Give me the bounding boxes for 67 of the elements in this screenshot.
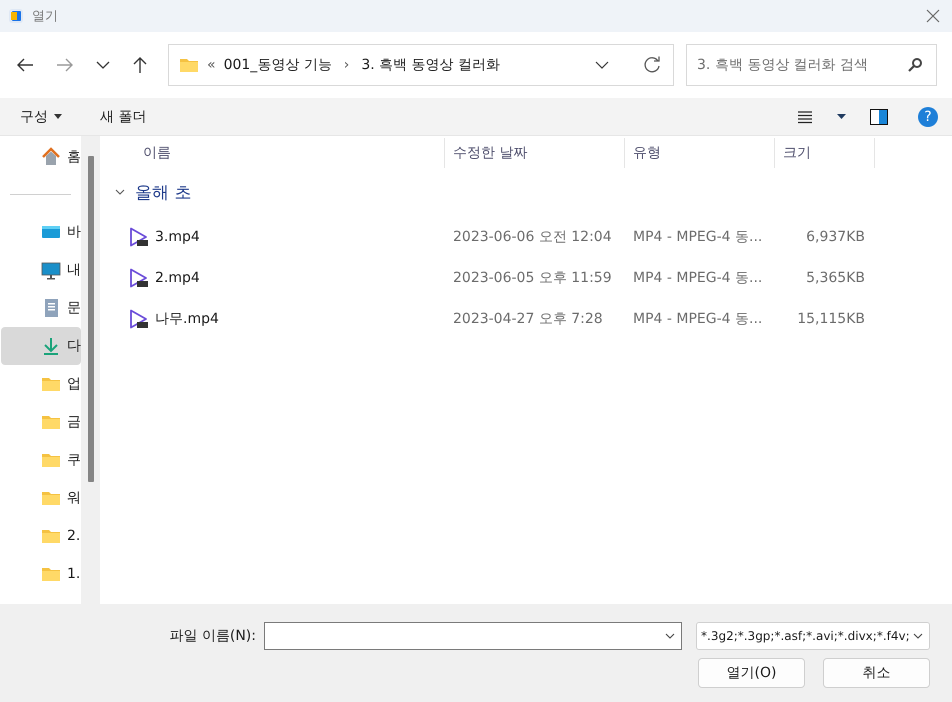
table-cell-text: 6,937KB <box>805 228 866 244</box>
refresh-icon[interactable] <box>643 56 661 74</box>
chevron-down-icon <box>665 632 675 640</box>
sidebar-item[interactable]: 워 <box>1 479 81 517</box>
caret-icon <box>54 114 62 119</box>
breadcrumb[interactable]: 3. 흑백 동영상 컬러화 <box>361 56 500 74</box>
help-icon[interactable]: ? <box>918 106 938 126</box>
sidebar-item[interactable]: 금 <box>1 403 81 441</box>
close-icon[interactable] <box>926 9 940 23</box>
chevron-down-icon <box>913 632 923 640</box>
table-cell-text: MP4 - MPEG-4 동... <box>632 310 764 328</box>
sidebar-item[interactable]: 업 <box>1 365 81 403</box>
table-cell-text: 5,365KB <box>805 270 866 286</box>
download-arrow-icon <box>41 336 61 356</box>
video-file-icon <box>129 268 149 288</box>
group-header[interactable]: 올해 초 <box>135 180 192 204</box>
open-button[interactable]: 열기(O) <box>698 658 805 688</box>
chevron-down-icon[interactable] <box>96 60 110 70</box>
file-name[interactable]: 나무.mp4 <box>155 310 219 328</box>
sidebar-item[interactable]: 다 <box>1 327 81 365</box>
breadcrumb[interactable]: 001_동영상 기능 <box>224 56 332 74</box>
back-arrow-icon[interactable] <box>16 57 34 73</box>
sidebar-item[interactable]: 문 <box>1 289 81 327</box>
table-cell-text: MP4 - MPEG-4 동... <box>632 228 764 246</box>
column-header[interactable]: 유형 <box>625 138 775 168</box>
organize-menu-button[interactable]: 구성 <box>12 104 70 130</box>
new-folder-button[interactable]: 새 폴더 <box>92 104 154 130</box>
video-file-icon <box>129 226 149 246</box>
sidebar-item[interactable]: 쿠 <box>1 441 81 479</box>
address-bar[interactable]: « 001_동영상 기능 › 3. 흑백 동영상 컬러화 <box>168 44 674 86</box>
search-field[interactable]: 3. 흑백 동영상 컬러화 검색 <box>686 44 937 86</box>
file-name[interactable]: 2.mp4 <box>155 270 200 286</box>
view-list-icon[interactable] <box>797 110 813 124</box>
table-cell-text: 2023-06-05 오후 11:59 <box>452 268 613 286</box>
breadcrumb[interactable]: « <box>207 57 216 73</box>
sidebar-item[interactable]: 홈 <box>1 138 81 176</box>
chevron-down-icon[interactable] <box>115 187 125 197</box>
column-header[interactable]: 수정한 날짜 <box>445 138 625 168</box>
column-header[interactable]: 크기 <box>775 138 875 168</box>
house-icon <box>41 147 61 167</box>
search-icon <box>907 57 923 73</box>
file-name-field[interactable] <box>264 622 682 650</box>
window-title: 열기 <box>32 8 58 25</box>
table-cell-text: 2023-06-06 오전 12:04 <box>452 228 613 246</box>
sidebar-item[interactable]: 1. <box>1 555 81 593</box>
monitor-icon <box>41 260 61 280</box>
chevron-down-icon[interactable] <box>595 60 609 70</box>
table-cell-text: 2023-04-27 오후 7:28 <box>452 310 604 328</box>
sidebar-item[interactable]: 내 <box>1 251 81 289</box>
breadcrumb-separator: › <box>344 57 350 73</box>
cancel-button[interactable]: 취소 <box>823 658 930 688</box>
up-arrow-icon[interactable] <box>132 56 148 74</box>
table-cell-text: MP4 - MPEG-4 동... <box>632 268 764 286</box>
preview-pane-icon[interactable] <box>870 108 888 124</box>
video-file-icon <box>129 308 149 328</box>
sidebar-item[interactable]: 바 <box>1 213 81 251</box>
file-name-label: 파일 이름(N): <box>169 627 256 645</box>
file-type-dropdown[interactable]: *.3g2;*.3gp;*.asf;*.avi;*.divx;*.f4v; <box>696 622 930 650</box>
file-name[interactable]: 3.mp4 <box>155 228 200 244</box>
table-cell-text: 15,115KB <box>796 310 866 326</box>
app-icon <box>8 8 24 24</box>
sidebar-item[interactable]: 2. <box>1 517 81 555</box>
column-header[interactable]: 이름 <box>103 138 445 168</box>
caret-icon[interactable] <box>837 114 846 119</box>
folder-icon <box>179 56 199 74</box>
forward-arrow-icon[interactable] <box>56 57 74 73</box>
scrollbar-thumb[interactable] <box>88 156 94 482</box>
